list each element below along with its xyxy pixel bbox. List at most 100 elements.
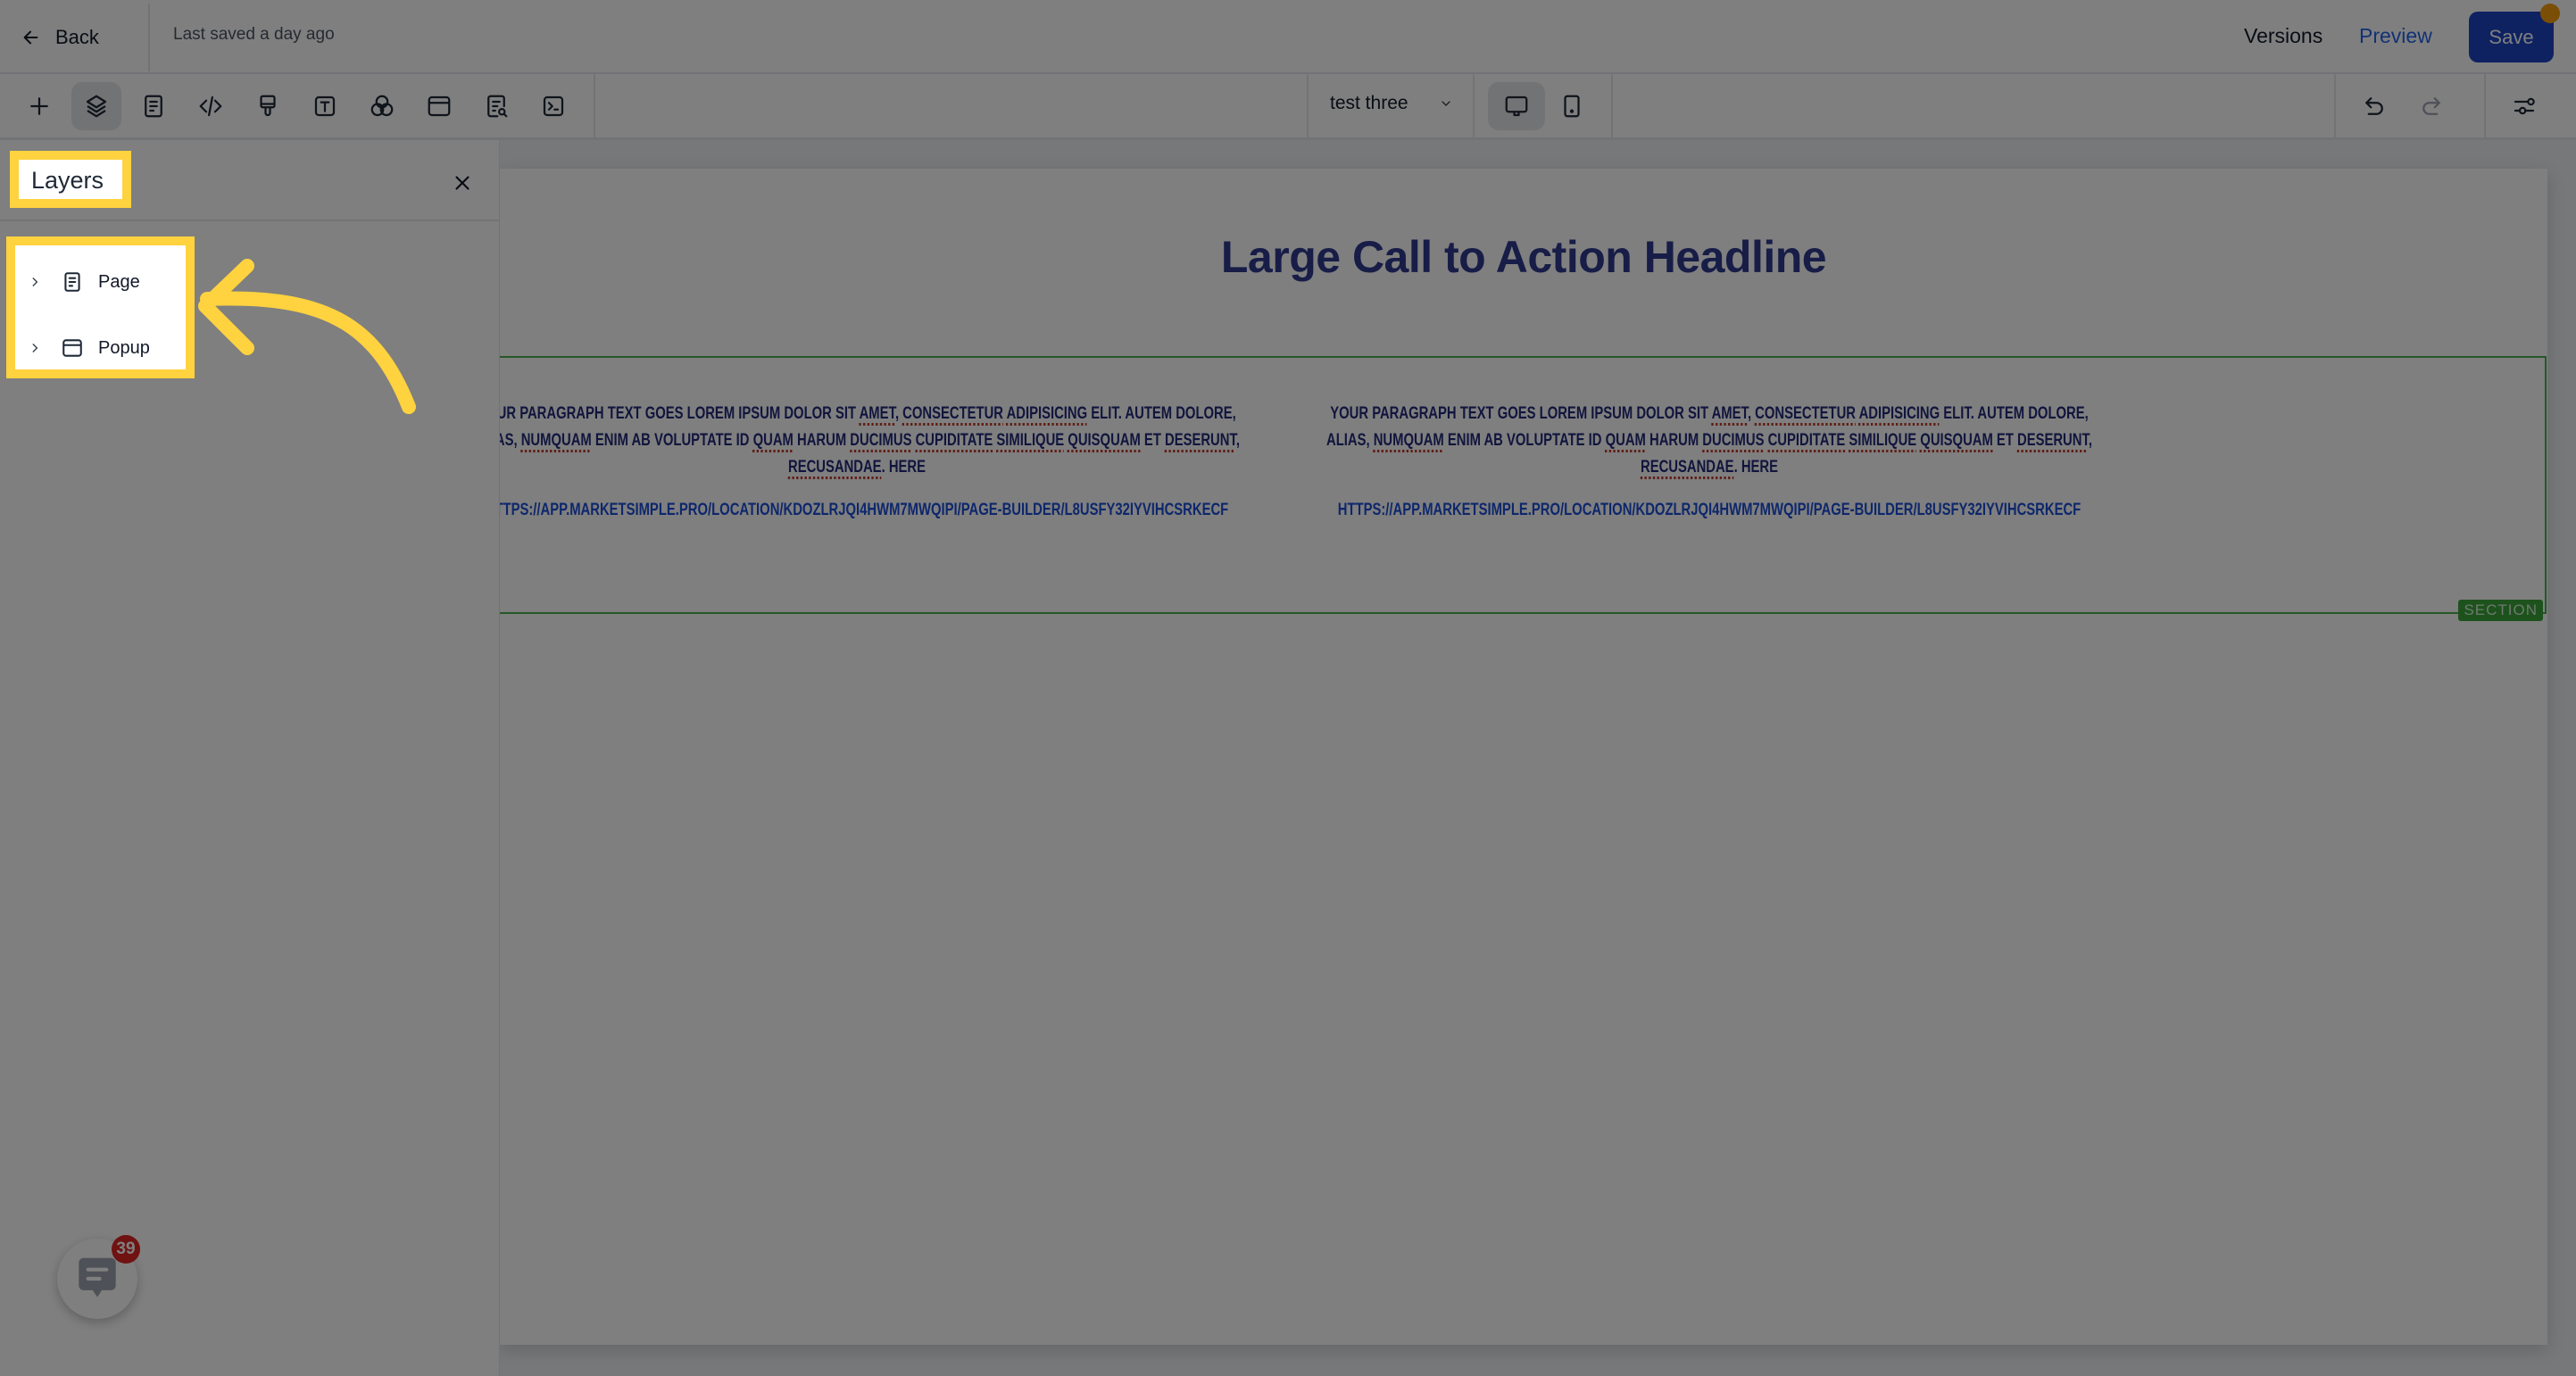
back-button[interactable]: Back xyxy=(21,21,99,54)
spellcheck-flagged-word: amet xyxy=(1711,404,1748,423)
desktop-view-button[interactable] xyxy=(1488,82,1545,130)
paragraph-fragment: . Here xyxy=(881,458,927,477)
unsaved-indicator-dot xyxy=(2540,4,2560,23)
chevron-right-icon xyxy=(32,278,38,286)
page-icon xyxy=(64,272,80,292)
spellcheck-flagged-word: recusandae xyxy=(787,458,882,477)
column-left: Your paragraph text goes Lorem ipsum dol… xyxy=(464,401,1250,520)
spellcheck-flagged-word: deserunt xyxy=(1164,431,1236,450)
spellcheck-flagged-word: ducimus xyxy=(850,431,912,450)
colors-button[interactable] xyxy=(357,82,407,130)
spellcheck-flagged-word: cupiditate xyxy=(915,431,993,450)
spellcheck-flagged-word: quisquam xyxy=(1068,431,1141,450)
seo-icon xyxy=(487,95,508,118)
seo-button[interactable] xyxy=(471,82,521,130)
spellcheck-flagged-word: cupiditate xyxy=(1767,431,1846,450)
url-link[interactable]: https://app.marketsimple.pro/location/kD… xyxy=(1326,501,2092,520)
paragraph-text[interactable]: Your paragraph text goes Lorem ipsum dol… xyxy=(474,401,1240,481)
top-header: Back Last saved a day ago Versions Previ… xyxy=(0,0,2576,74)
text-icon xyxy=(314,95,336,117)
layer-item-label: Popup xyxy=(98,337,150,358)
spellcheck-flagged-word: amet xyxy=(859,404,895,423)
spellcheck-flagged-word: numquam xyxy=(1373,431,1444,450)
color-circles-icon xyxy=(370,95,394,117)
mobile-view-button[interactable] xyxy=(1547,82,1597,130)
paragraph-fragment: , xyxy=(894,404,903,423)
paragraph-fragment: , xyxy=(1747,404,1756,423)
highlight-layer-list: Page Popup xyxy=(6,236,195,378)
layer-item-label: Page xyxy=(98,271,140,292)
paragraph-fragment: et xyxy=(1992,431,2017,450)
spellcheck-flagged-word: ducimus xyxy=(1702,431,1765,450)
custom-js-button[interactable] xyxy=(528,82,578,130)
paragraph-fragment: et xyxy=(1140,431,1165,450)
toolbar-divider xyxy=(1473,74,1475,137)
undo-button[interactable] xyxy=(2349,82,2399,130)
code-button[interactable] xyxy=(186,82,236,130)
mobile-icon xyxy=(1564,95,1580,118)
typography-button[interactable] xyxy=(300,82,350,130)
save-button[interactable]: Save xyxy=(2469,12,2554,62)
paragraph-fragment: . Here xyxy=(1733,458,1779,477)
toolbar-divider xyxy=(1307,74,1309,137)
layers-icon xyxy=(86,95,107,118)
add-element-button[interactable] xyxy=(14,82,64,130)
last-saved-status: Last saved a day ago xyxy=(173,25,335,44)
chevron-down-icon xyxy=(1441,101,1450,106)
redo-button[interactable] xyxy=(2406,82,2456,130)
desktop-icon xyxy=(1505,95,1528,117)
paragraph-fragment: , xyxy=(1235,431,1240,450)
spellcheck-flagged-word: adipisicing xyxy=(1858,404,1940,423)
versions-button[interactable]: Versions xyxy=(2244,24,2323,48)
editor-toolbar: test three xyxy=(0,74,2576,140)
column-right: Your paragraph text goes Lorem ipsum dol… xyxy=(1317,401,2102,520)
spellcheck-flagged-word: consectetur xyxy=(902,404,1003,423)
paragraph-fragment: harum xyxy=(1645,431,1703,450)
paragraph-fragment: enim ab voluptate id xyxy=(1443,431,1606,450)
spellcheck-flagged-word: deserunt xyxy=(2016,431,2089,450)
back-label: Back xyxy=(55,26,99,48)
spellcheck-flagged-word: quam xyxy=(752,431,794,450)
toolbar-divider xyxy=(2484,74,2486,137)
spellcheck-flagged-word: adipisicing xyxy=(1006,404,1088,423)
settings-button[interactable] xyxy=(2499,82,2549,130)
arrow-left-icon xyxy=(23,30,38,45)
paragraph-fragment: harum xyxy=(793,431,851,450)
undo-icon xyxy=(2365,97,2383,115)
chat-unread-badge: 39 xyxy=(112,1235,140,1264)
paragraph-fragment: , xyxy=(2088,431,2092,450)
paint-brush-icon xyxy=(260,95,276,117)
highlight-layers-title: Layers xyxy=(10,151,131,208)
layers-button[interactable] xyxy=(71,82,121,130)
layer-item-popup[interactable]: Popup xyxy=(29,330,150,366)
url-link[interactable]: https://app.marketsimple.pro/location/kD… xyxy=(474,501,1240,520)
toolbar-divider xyxy=(2334,74,2336,137)
cta-headline[interactable]: Large Call to Action Headline xyxy=(500,231,2547,283)
spellcheck-flagged-word: consectetur xyxy=(1755,404,1856,423)
redo-icon xyxy=(2422,97,2440,115)
pages-button[interactable] xyxy=(129,82,179,130)
spellcheck-flagged-word: quisquam xyxy=(1920,431,1993,450)
pages-icon xyxy=(145,95,162,118)
toolbar-divider xyxy=(594,74,595,137)
preview-button[interactable]: Preview xyxy=(2359,24,2432,48)
code-icon xyxy=(199,95,222,117)
page-canvas[interactable]: Large Call to Action Headline SECTION Yo… xyxy=(474,169,2547,1345)
spellcheck-flagged-word: similique xyxy=(1849,431,1917,450)
spellcheck-flagged-word: numquam xyxy=(520,431,592,450)
spellcheck-flagged-word: quam xyxy=(1605,431,1646,450)
paragraph-text[interactable]: Your paragraph text goes Lorem ipsum dol… xyxy=(1326,401,2092,481)
popup-icon xyxy=(428,95,451,117)
styles-button[interactable] xyxy=(243,82,293,130)
popup-icon xyxy=(62,339,82,357)
paragraph-fragment: Your paragraph text goes Lorem ipsum dol… xyxy=(478,404,860,423)
page-select-dropdown[interactable]: test three xyxy=(1330,93,1453,114)
section-tag: SECTION xyxy=(2458,600,2543,621)
popup-button[interactable] xyxy=(414,82,464,130)
layer-item-page[interactable]: Page xyxy=(29,264,140,300)
header-divider xyxy=(148,4,150,71)
close-layers-button[interactable] xyxy=(446,167,478,199)
paragraph-fragment: Your paragraph text goes Lorem ipsum dol… xyxy=(1330,404,1712,423)
terminal-icon xyxy=(543,95,564,117)
sliders-icon xyxy=(2514,97,2535,115)
